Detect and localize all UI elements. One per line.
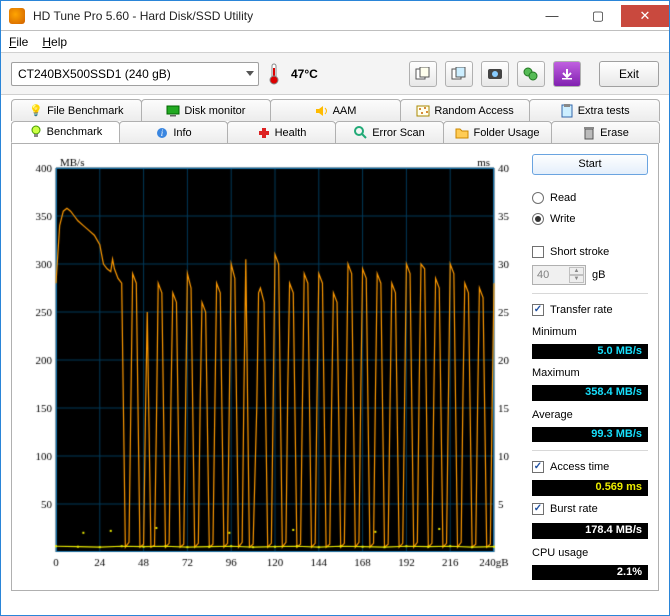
save-log-button[interactable] [553,61,581,87]
short-stroke-row[interactable]: Short stroke [532,244,648,259]
radio-read[interactable] [532,192,544,204]
tab-disk-monitor[interactable]: Disk monitor [141,99,272,121]
tab-body-benchmark: Start Read Write Short stroke 40 ▲▼ gB [11,143,659,591]
folder-icon [455,126,469,140]
access-time-value: 0.569 ms [532,480,648,495]
access-time-row[interactable]: Access time [532,459,648,474]
tab-aam[interactable]: AAM [270,99,401,121]
app-icon [9,8,25,24]
menu-help[interactable]: Help [42,35,67,49]
checkbox-access-time[interactable] [532,461,544,473]
radio-write[interactable] [532,213,544,225]
spinner-down-icon[interactable]: ▼ [569,275,584,283]
thermometer-icon [267,63,283,85]
tab-benchmark[interactable]: Benchmark [11,121,120,143]
side-panel: Start Read Write Short stroke 40 ▲▼ gB [532,154,648,580]
close-button[interactable]: ✕ [621,5,669,27]
access-time-label: Access time [550,461,609,473]
temperature-value: 47°C [291,67,318,81]
short-stroke-input-row: 40 ▲▼ gB [532,265,648,285]
minimum-value: 5.0 MB/s [532,344,648,359]
monitor-icon [166,104,180,118]
tab-error-scan[interactable]: Error Scan [335,121,444,143]
copy-info-button[interactable] [409,61,437,87]
checkbox-burst-rate[interactable] [532,503,544,515]
tab-random-access[interactable]: Random Access [400,99,531,121]
bulb-green-icon [29,125,43,139]
short-stroke-input[interactable]: 40 ▲▼ [532,265,586,285]
drive-select[interactable]: CT240BX500SSD1 (240 gB) [11,62,259,86]
maximum-value: 358.4 MB/s [532,385,648,400]
drive-select-value: CT240BX500SSD1 (240 gB) [18,67,171,81]
cpu-usage-label: CPU usage [532,547,648,559]
exit-button-label: Exit [619,67,639,81]
radio-read-label: Read [550,192,576,204]
tab-health[interactable]: Health [227,121,336,143]
magnifier-icon [354,126,368,140]
tab-file-benchmark[interactable]: 💡File Benchmark [11,99,142,121]
tab-extra-tests[interactable]: Extra tests [529,99,660,121]
spinner[interactable]: ▲▼ [569,267,584,283]
start-button[interactable]: Start [532,154,648,175]
clipboard-icon [560,104,574,118]
window-buttons: — ▢ ✕ [529,5,669,27]
benchmark-chart [22,154,522,574]
bulb-icon: 💡 [29,104,43,118]
checkbox-transfer-rate[interactable] [532,304,544,316]
burst-rate-label: Burst rate [550,503,598,515]
radio-write-label: Write [550,213,575,225]
tab-erase[interactable]: Erase [551,121,660,143]
tab-info[interactable]: iInfo [119,121,228,143]
checkbox-short-stroke[interactable] [532,246,544,258]
maximize-button[interactable]: ▢ [575,5,621,27]
tab-row-2: Benchmark iInfo Health Error Scan Folder… [11,121,659,143]
chart-area [22,154,522,574]
maximum-label: Maximum [532,367,648,379]
trash-icon [582,126,596,140]
short-stroke-unit: gB [592,269,605,281]
transfer-rate-label: Transfer rate [550,304,613,316]
window-title: HD Tune Pro 5.60 - Hard Disk/SSD Utility [33,9,529,23]
radio-write-row[interactable]: Write [532,211,648,226]
average-label: Average [532,409,648,421]
spinner-up-icon[interactable]: ▲ [569,267,584,275]
toolbar: CT240BX500SSD1 (240 gB) 47°C Exit [1,53,669,95]
health-icon [257,126,271,140]
minimum-label: Minimum [532,326,648,338]
burst-rate-row[interactable]: Burst rate [532,502,648,517]
short-stroke-label: Short stroke [550,246,609,258]
minimize-button[interactable]: — [529,5,575,27]
speaker-icon [315,104,329,118]
menu-file[interactable]: File [9,35,28,49]
options-button[interactable] [517,61,545,87]
radio-read-row[interactable]: Read [532,190,648,205]
tab-row-1: 💡File Benchmark Disk monitor AAM Random … [11,99,659,121]
titlebar: HD Tune Pro 5.60 - Hard Disk/SSD Utility… [1,1,669,31]
cpu-usage-value: 2.1% [532,565,648,580]
copy-screenshot-button[interactable] [445,61,473,87]
tabs-area: 💡File Benchmark Disk monitor AAM Random … [1,95,669,591]
transfer-rate-row[interactable]: Transfer rate [532,302,648,317]
exit-button[interactable]: Exit [599,61,659,87]
average-value: 99.3 MB/s [532,427,648,442]
tab-folder-usage[interactable]: Folder Usage [443,121,552,143]
random-icon [416,104,430,118]
burst-rate-value: 178.4 MB/s [532,523,648,538]
save-screenshot-button[interactable] [481,61,509,87]
menubar: File Help [1,31,669,53]
chevron-down-icon [246,71,254,76]
info-icon: i [155,126,169,140]
